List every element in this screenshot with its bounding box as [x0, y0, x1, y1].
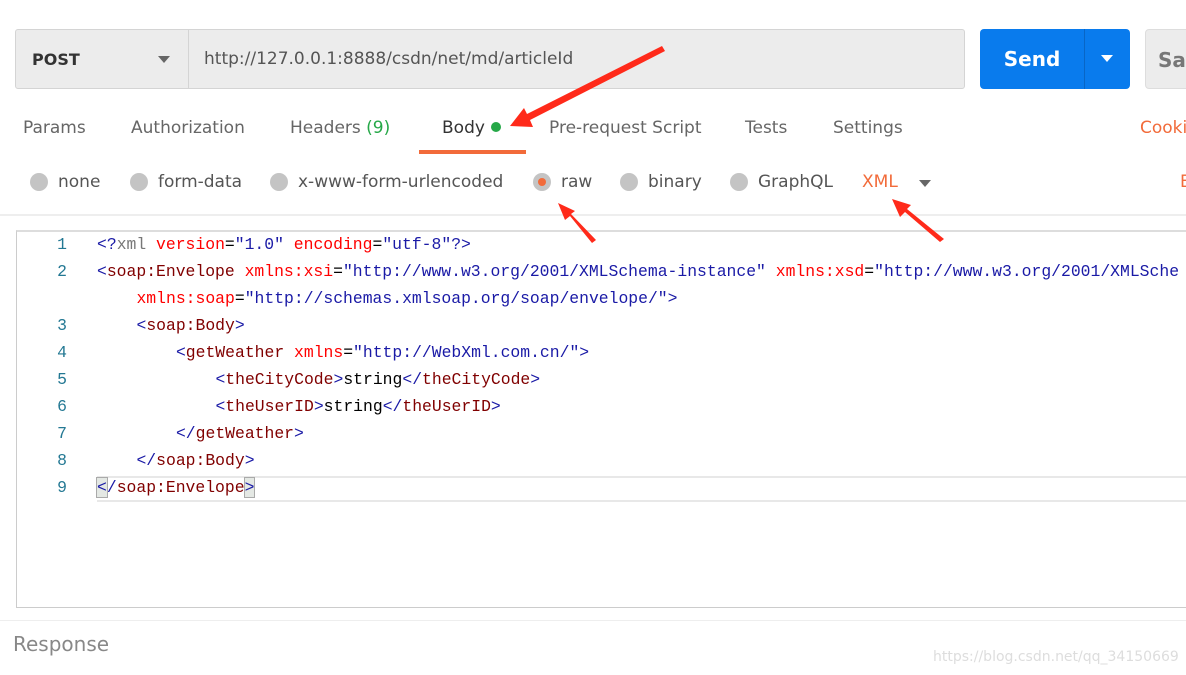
- arrow-icon: [558, 203, 596, 243]
- annotation-arrows: [510, 46, 944, 243]
- arrow-icon: [510, 46, 665, 127]
- arrow-icon: [892, 199, 944, 242]
